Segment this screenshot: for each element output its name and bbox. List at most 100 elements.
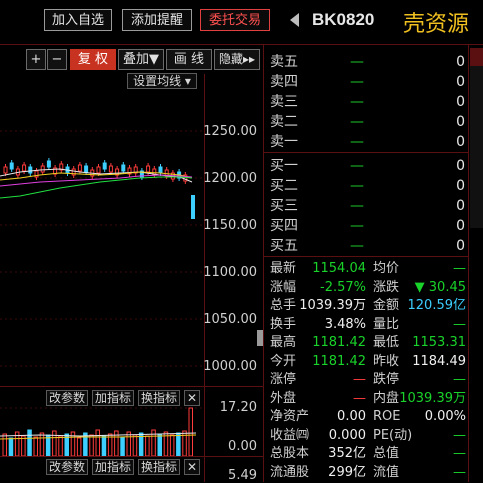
ma-settings-button[interactable]: 设置均线 ▾: [127, 73, 197, 89]
price-axis-label: 1100.00: [203, 265, 257, 280]
volume-bar: [95, 429, 100, 456]
bid-value: 0: [456, 218, 465, 234]
quote-label: 今开: [270, 354, 297, 369]
quote-value: —: [453, 465, 466, 480]
bid-label: 买四: [270, 218, 298, 234]
quote-value: -2.57%: [320, 280, 366, 295]
bid-row[interactable]: 买五 — 0: [270, 236, 465, 256]
quote-label: 涨跌: [373, 280, 400, 295]
bid-row[interactable]: 买四 — 0: [270, 216, 465, 236]
quote-label: 总股本: [270, 446, 310, 461]
bid-row[interactable]: 买三 — 0: [270, 196, 465, 216]
bid-label: 买二: [270, 178, 298, 194]
quote-label: 外盘: [270, 391, 297, 406]
add-watchlist-button[interactable]: 加入自选: [44, 9, 112, 31]
volume-change-indicator-button[interactable]: 换指标: [138, 390, 180, 406]
quote-label: 总手: [270, 298, 297, 313]
bid-volume: —: [350, 158, 364, 174]
candle: [96, 166, 101, 174]
side-strip: [470, 48, 483, 228]
quote-value: 1039.39万: [299, 298, 366, 313]
lower-add-indicator-button[interactable]: 加指标: [92, 459, 134, 475]
candle: [102, 162, 107, 170]
ask-value: 0: [456, 54, 465, 70]
quote-value: 120.59亿: [407, 298, 467, 313]
candle: [40, 165, 45, 173]
ask-label: 卖二: [270, 114, 298, 130]
quote-value: 1184.49: [412, 354, 466, 369]
bid-value: 0: [456, 178, 465, 194]
quote-value: 1039.39万: [399, 391, 466, 406]
bid-row[interactable]: 买一 — 0: [270, 156, 465, 176]
candle: [108, 165, 113, 173]
candle: [22, 164, 27, 172]
quote-value: —: [353, 372, 366, 387]
bid-row[interactable]: 买二 — 0: [270, 176, 465, 196]
quote-value: 1154.04: [312, 261, 366, 276]
divider-lower: [0, 456, 263, 457]
quote-value: —: [453, 428, 466, 443]
delegate-trade-button[interactable]: 委托交易: [200, 9, 270, 31]
ask-label: 卖四: [270, 74, 298, 90]
zoom-out-button[interactable]: −: [47, 49, 67, 70]
volume-bar: [132, 434, 138, 456]
divider-chart-right: [263, 44, 264, 482]
volume-bar: [58, 435, 63, 456]
ask-value: 0: [456, 134, 465, 150]
volume-bar: [120, 436, 125, 456]
volume-add-indicator-button[interactable]: 加指标: [92, 390, 134, 406]
quote-value: —: [453, 261, 466, 276]
ask-row[interactable]: 卖一 — 0: [270, 132, 465, 152]
quote-value: 3.48%: [324, 317, 366, 332]
quote-label: 跌停: [373, 372, 400, 387]
volume-bar: [182, 430, 187, 456]
hide-button[interactable]: 隐藏▸▸: [214, 49, 260, 70]
zoom-in-button[interactable]: +: [26, 49, 46, 70]
ask-row[interactable]: 卖二 — 0: [270, 112, 465, 132]
lower-params-button[interactable]: 改参数: [46, 459, 88, 475]
bid-value: 0: [456, 198, 465, 214]
quote-value: ▼ 30.45: [414, 280, 466, 295]
prev-stock-arrow-icon[interactable]: [290, 13, 299, 27]
volume-params-button[interactable]: 改参数: [46, 390, 88, 406]
draw-line-button[interactable]: 画 线: [166, 49, 212, 70]
quote-label: 收益㈣: [270, 428, 310, 443]
volume-bar: [126, 431, 131, 456]
ask-row[interactable]: 卖五 — 0: [270, 52, 465, 72]
price-chart[interactable]: [0, 90, 204, 386]
add-alert-button[interactable]: 添加提醒: [122, 9, 192, 31]
quote-label: 最高: [270, 335, 297, 350]
ask-label: 卖五: [270, 54, 298, 70]
volume-bar: [176, 432, 181, 456]
ask-row[interactable]: 卖四 — 0: [270, 72, 465, 92]
volume-chart[interactable]: [0, 406, 204, 456]
volume-bar: [52, 430, 57, 456]
ask-volume: —: [350, 94, 364, 110]
quote-label: ROE: [373, 409, 401, 424]
divider-side-right: [468, 44, 469, 482]
candle: [28, 166, 33, 174]
ask-row[interactable]: 卖三 — 0: [270, 92, 465, 112]
splitter-handle-icon[interactable]: [257, 330, 263, 346]
divider-top: [0, 44, 483, 45]
candle: [121, 164, 126, 172]
bid-label: 买三: [270, 198, 298, 214]
overlay-button[interactable]: 叠加▼: [118, 49, 164, 70]
candles: [3, 158, 195, 219]
bid-volume: —: [350, 198, 364, 214]
quote-value: 1181.42: [312, 354, 366, 369]
volume-bar: [8, 437, 14, 456]
candle: [84, 165, 89, 173]
candle: [77, 164, 82, 172]
volume-bar: [157, 433, 162, 456]
volume-bar: [83, 432, 88, 456]
volume-axis-label: 17.20: [219, 400, 257, 415]
volume-bar: [21, 435, 26, 456]
quote-label: 最新: [270, 261, 297, 276]
ask-value: 0: [456, 74, 465, 90]
lower-change-indicator-button[interactable]: 换指标: [138, 459, 180, 475]
price-axis-label: 1150.00: [203, 218, 257, 233]
rights-button[interactable]: 复 权: [70, 49, 116, 70]
ask-label: 卖三: [270, 94, 298, 110]
candle: [9, 162, 14, 170]
